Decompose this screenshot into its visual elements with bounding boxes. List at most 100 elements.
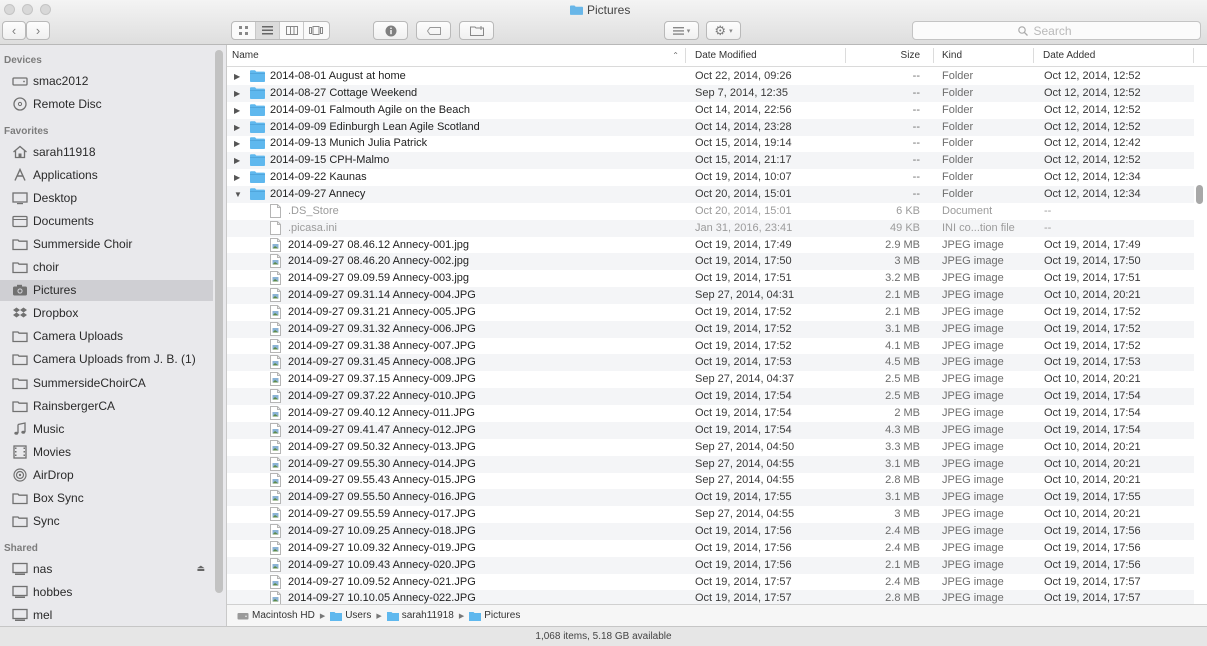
file-date-added: Oct 12, 2014, 12:34	[1044, 171, 1141, 184]
file-row[interactable]: 2014-09-27 09.31.32 Annecy-006.JPG Oct 19…	[227, 320, 1194, 338]
sidebar-item-pictures[interactable]: Pictures	[0, 279, 213, 301]
sidebar-item-dropbox[interactable]: Dropbox	[0, 303, 213, 324]
file-row[interactable]: 2014-09-27 09.37.22 Annecy-010.JPG Oct 19…	[227, 388, 1194, 406]
file-row[interactable]: 2014-09-27 09.31.45 Annecy-008.JPG Oct 19…	[227, 354, 1194, 372]
file-row[interactable]: 2014-09-27 09.40.12 Annecy-011.JPG Oct 19…	[227, 405, 1194, 422]
sidebar-item-sync[interactable]: Sync	[0, 511, 213, 532]
file-size: 3.1 MB	[885, 491, 920, 504]
cover-flow-view-button[interactable]	[304, 22, 328, 39]
file-row[interactable]: 2014-09-27 09.55.50 Annecy-016.JPG Oct 19…	[227, 489, 1194, 507]
sidebar-item-applications[interactable]: Applications	[0, 164, 213, 185]
sidebar-item-sarah11918[interactable]: sarah11918	[0, 141, 213, 162]
sidebar-item-camera-uploads[interactable]: Camera Uploads	[0, 326, 213, 347]
sidebar-item-summersidechoirca[interactable]: SummersideChoirCA	[0, 372, 213, 393]
folder-row[interactable]: ▶ 2014-09-09 Edinburgh Lean Agile Scotlan…	[227, 118, 1194, 136]
disclosure-closed-icon[interactable]: ▶	[234, 169, 240, 186]
file-row[interactable]: 2014-09-27 10.09.43 Annecy-020.JPG Oct 19…	[227, 556, 1194, 574]
disclosure-closed-icon[interactable]: ▶	[234, 135, 240, 152]
back-button[interactable]: ‹	[2, 21, 26, 40]
folder-row[interactable]: ▶ 2014-08-27 Cottage Weekend Sep 7, 2014, …	[227, 84, 1194, 102]
disclosure-closed-icon[interactable]: ▶	[234, 68, 240, 85]
file-row[interactable]: 2014-09-27 09.50.32 Annecy-013.JPG Sep 27…	[227, 439, 1194, 456]
sidebar-item-smac2012[interactable]: smac2012	[0, 70, 213, 91]
close-window-button[interactable]	[4, 4, 15, 15]
disclosure-closed-icon[interactable]: ▶	[234, 119, 240, 136]
file-row[interactable]: 2014-09-27 09.41.47 Annecy-012.JPG Oct 19…	[227, 421, 1194, 439]
file-date-modified: Oct 19, 2014, 17:53	[695, 356, 792, 369]
file-row[interactable]: 2014-09-27 09.55.59 Annecy-017.JPG Sep 27…	[227, 506, 1194, 523]
sidebar-item-hobbes[interactable]: hobbes	[0, 581, 213, 602]
search-field[interactable]	[912, 21, 1201, 40]
disclosure-open-icon[interactable]: ▼	[234, 186, 242, 203]
sidebar-item-camera-uploads-from-j-b-1[interactable]: Camera Uploads from J. B. (1)	[0, 349, 213, 370]
get-info-button[interactable]	[373, 21, 408, 40]
file-row[interactable]: 2014-09-27 08.46.20 Annecy-002.jpg Oct 19…	[227, 253, 1194, 271]
file-row[interactable]: 2014-09-27 09.31.21 Annecy-005.JPG Oct 19…	[227, 304, 1194, 321]
column-header-date-modified[interactable]: Date Modified	[695, 45, 845, 66]
folder-row[interactable]: ▶ 2014-08-01 August at home Oct 22, 2014, …	[227, 68, 1194, 85]
file-row[interactable]: 2014-09-27 09.31.14 Annecy-004.JPG Sep 27…	[227, 287, 1194, 305]
path-crumb[interactable]: Users	[330, 610, 371, 621]
folder-row[interactable]: ▼ 2014-09-27 Annecy Oct 20, 2014, 15:01 -- F…	[227, 185, 1194, 203]
column-header-date-added[interactable]: Date Added	[1043, 45, 1193, 66]
column-header-name[interactable]: Name ⌃	[232, 45, 687, 66]
sidebar-scrollbar[interactable]	[215, 50, 223, 593]
column-header-kind[interactable]: Kind	[942, 45, 1032, 66]
sidebar-item-mel[interactable]: mel	[0, 604, 213, 625]
file-row[interactable]: 2014-09-27 09.31.38 Annecy-007.JPG Oct 19…	[227, 338, 1194, 355]
file-date-modified: Sep 27, 2014, 04:31	[695, 289, 795, 302]
sidebar-item-documents[interactable]: Documents	[0, 210, 213, 231]
file-kind: JPEG image	[942, 272, 1004, 285]
zoom-window-button[interactable]	[40, 4, 51, 15]
folder-row[interactable]: ▶ 2014-09-22 Kaunas Oct 19, 2014, 10:07 -- F…	[227, 169, 1194, 186]
column-header-size[interactable]: Size	[846, 45, 920, 66]
file-date-modified: Oct 19, 2014, 17:56	[695, 558, 792, 571]
folder-row[interactable]: ▶ 2014-09-13 Munich Julia Patrick Oct 15, …	[227, 135, 1194, 152]
action-button[interactable]: ⚙ ▾	[706, 21, 741, 40]
file-row[interactable]: 2014-09-27 10.09.25 Annecy-018.JPG Oct 19…	[227, 522, 1194, 540]
sidebar-item-summerside-choir[interactable]: Summerside Choir	[0, 233, 213, 254]
file-row[interactable]: 2014-09-27 10.09.52 Annecy-021.JPG Oct 19…	[227, 574, 1194, 591]
disclosure-closed-icon[interactable]: ▶	[234, 85, 240, 102]
file-row[interactable]: 2014-09-27 09.37.15 Annecy-009.JPG Sep 27…	[227, 371, 1194, 388]
file-list-scrollbar[interactable]	[1196, 185, 1203, 204]
sidebar-item-desktop[interactable]: Desktop	[0, 187, 213, 208]
search-input[interactable]	[1031, 22, 1096, 39]
file-date-added: Oct 10, 2014, 20:21	[1044, 289, 1141, 302]
eject-icon[interactable]: ⏏	[196, 563, 205, 574]
folder-row[interactable]: ▶ 2014-09-15 CPH-Malmo Oct 15, 2014, 21:17…	[227, 152, 1194, 170]
sidebar-item-rainsbergerca[interactable]: RainsbergerCA	[0, 395, 213, 416]
jpeg-file-icon	[270, 237, 281, 252]
new-folder-button[interactable]	[459, 21, 494, 40]
file-row[interactable]: 2014-09-27 09.55.30 Annecy-014.JPG Sep 27…	[227, 455, 1194, 473]
file-row[interactable]: 2014-09-27 10.10.05 Annecy-022.JPG Oct 19…	[227, 590, 1194, 604]
arrange-button[interactable]: ▾	[664, 21, 699, 40]
sidebar-item-box-sync[interactable]: Box Sync	[0, 488, 213, 509]
file-row[interactable]: 2014-09-27 08.46.12 Annecy-001.jpg Oct 19…	[227, 237, 1194, 254]
list-view-button[interactable]	[256, 22, 280, 39]
disclosure-closed-icon[interactable]: ▶	[234, 102, 240, 119]
edit-tags-button[interactable]	[416, 21, 451, 40]
file-size: 2.1 MB	[885, 305, 920, 318]
disclosure-closed-icon[interactable]: ▶	[234, 152, 240, 169]
column-view-button[interactable]	[280, 22, 304, 39]
sidebar-item-choir[interactable]: choir	[0, 257, 213, 278]
sidebar-item-remote-disc[interactable]: Remote Disc	[0, 93, 213, 114]
sidebar-item-movies[interactable]: Movies	[0, 441, 213, 462]
file-kind: JPEG image	[942, 373, 1004, 386]
path-crumb[interactable]: sarah11918	[386, 610, 454, 621]
path-crumb[interactable]: Pictures	[469, 610, 520, 621]
icon-view-button[interactable]	[232, 22, 256, 39]
sidebar-item-nas[interactable]: nas ⏏	[0, 558, 213, 579]
path-crumb[interactable]: Macintosh HD	[237, 610, 315, 621]
sidebar-item-airdrop[interactable]: AirDrop	[0, 464, 213, 485]
minimize-window-button[interactable]	[22, 4, 33, 15]
folder-row[interactable]: ▶ 2014-09-01 Falmouth Agile on the Beach O…	[227, 102, 1194, 119]
forward-button[interactable]: ›	[26, 21, 50, 40]
file-row[interactable]: 2014-09-27 10.09.32 Annecy-019.JPG Oct 19…	[227, 540, 1194, 557]
sidebar-item-music[interactable]: Music	[0, 418, 213, 439]
file-row[interactable]: .picasa.ini Jan 31, 2016, 23:41 49 KB INI c…	[227, 219, 1194, 237]
file-row[interactable]: 2014-09-27 09.55.43 Annecy-015.JPG Sep 27…	[227, 472, 1194, 489]
file-row[interactable]: 2014-09-27 09.09.59 Annecy-003.jpg Oct 19…	[227, 270, 1194, 287]
file-row[interactable]: .DS_Store Oct 20, 2014, 15:01 6 KB Document…	[227, 203, 1194, 220]
